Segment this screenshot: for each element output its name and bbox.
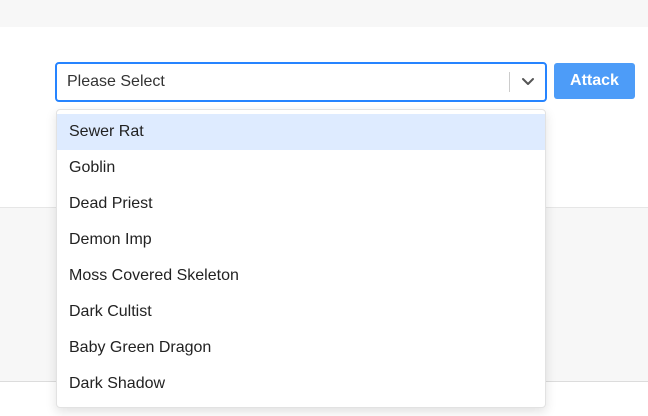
enemy-option-list: Sewer Rat Goblin Dead Priest Demon Imp M… bbox=[57, 114, 545, 402]
option-dead-priest[interactable]: Dead Priest bbox=[57, 186, 545, 222]
enemy-select[interactable]: Please Select bbox=[55, 62, 547, 102]
option-goblin[interactable]: Goblin bbox=[57, 150, 545, 186]
option-moss-covered-skeleton[interactable]: Moss Covered Skeleton bbox=[57, 258, 545, 294]
enemy-dropdown-menu: Sewer Rat Goblin Dead Priest Demon Imp M… bbox=[56, 109, 546, 408]
option-sewer-rat[interactable]: Sewer Rat bbox=[57, 114, 545, 150]
attack-button[interactable]: Attack bbox=[554, 63, 635, 99]
chevron-down-icon[interactable] bbox=[518, 73, 538, 91]
option-dark-cultist[interactable]: Dark Cultist bbox=[57, 294, 545, 330]
option-demon-imp[interactable]: Demon Imp bbox=[57, 222, 545, 258]
option-baby-green-dragon[interactable]: Baby Green Dragon bbox=[57, 330, 545, 366]
option-dark-shadow[interactable]: Dark Shadow bbox=[57, 366, 545, 402]
select-separator bbox=[509, 72, 510, 92]
top-band bbox=[0, 0, 648, 27]
select-placeholder: Please Select bbox=[67, 73, 165, 90]
